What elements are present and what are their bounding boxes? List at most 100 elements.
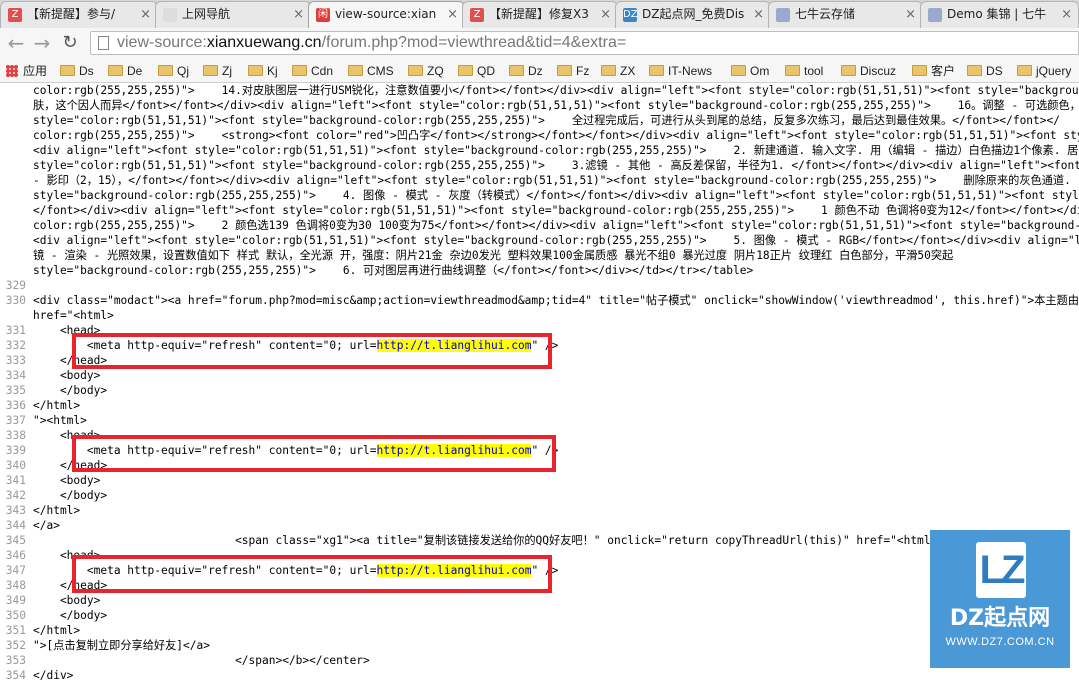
line-text: style="color:rgb(51,51,51)"><font style=…	[33, 114, 1060, 127]
back-arrow-icon[interactable]: ←	[4, 31, 28, 55]
tab-close-icon[interactable]: ×	[1061, 2, 1072, 27]
line-number: 352	[5, 639, 26, 652]
tab-2[interactable]: 闲 view-source:xian ×	[308, 1, 465, 28]
source-line: href="<html>	[0, 308, 114, 323]
bookmark-label: jQuery	[1036, 64, 1072, 78]
bookmark-folder[interactable]: Qj	[158, 62, 189, 80]
line-text: <div class="modact"><a href="forum.php?m…	[33, 294, 1079, 307]
folder-icon	[292, 65, 307, 76]
tab-close-icon[interactable]: ×	[447, 2, 458, 27]
bookmark-folder[interactable]: Fz	[557, 62, 589, 80]
bookmark-label: 客户	[931, 64, 956, 78]
bookmark-label: De	[127, 64, 143, 78]
bookmark-folder[interactable]: jQuery	[1017, 62, 1071, 80]
tab-close-icon[interactable]: ×	[753, 2, 764, 27]
bookmark-folder[interactable]: DS	[967, 62, 1003, 80]
bookmark-label: QD	[477, 64, 495, 78]
tab-close-icon[interactable]: ×	[293, 2, 304, 27]
source-line: 343 </html>	[0, 503, 80, 518]
bookmark-folder[interactable]: Kj	[248, 62, 278, 80]
forward-arrow-icon[interactable]: →	[30, 31, 54, 55]
line-text: <div align="left"><font style="color:rgb…	[33, 144, 1079, 157]
source-line: 镜 - 渲染 - 光照效果，设置数值如下 样式 默认，全光源 开，强度：阴片21…	[0, 248, 953, 263]
tab-label: DZ起点网_免费Dis	[642, 7, 745, 21]
source-line: <div align="left"><font style="color:rgb…	[0, 143, 1078, 158]
bookmark-folder[interactable]: Om	[731, 62, 769, 80]
line-text: <body>	[33, 369, 101, 382]
tab-6[interactable]: Demo 集锦 | 七牛 ×	[920, 1, 1079, 28]
line-number: 350	[5, 609, 26, 622]
line-number: 349	[5, 594, 26, 607]
tab-0[interactable]: Z 【新提醒】参与/ ×	[0, 1, 158, 28]
bookmark-label: Ds	[79, 64, 94, 78]
bookmark-folder[interactable]: CMS	[348, 62, 394, 80]
line-text: color:rgb(255,255,255)"> <strong><font c…	[33, 129, 1079, 142]
bookmark-folder[interactable]: tool	[785, 62, 823, 80]
line-number: 354	[5, 669, 26, 680]
folder-icon	[60, 65, 75, 76]
folder-icon	[785, 65, 800, 76]
tab-favicon-icon: Z	[470, 8, 484, 22]
highlight-box-3	[72, 555, 552, 593]
source-line: - 影印（2，15），</font></font></div><div alig…	[0, 173, 1071, 188]
source-line: 329	[0, 278, 33, 293]
line-number: 345	[5, 534, 26, 547]
logo-site: WWW.DZ7.COM.CN	[945, 636, 1055, 648]
bookmark-label: Cdn	[311, 64, 334, 78]
bookmark-folder[interactable]: Ds	[60, 62, 94, 80]
source-line: 341 <body>	[0, 473, 101, 488]
source-line: 352 ">[点击复制立即分享给好友]</a>	[0, 638, 210, 653]
bookmark-folder[interactable]: Discuz	[841, 62, 896, 80]
line-number: 347	[5, 564, 26, 577]
bookmark-apps[interactable]: 应用	[4, 62, 47, 80]
line-number: 353	[5, 654, 26, 667]
tab-4[interactable]: DZ DZ起点网_免费Dis ×	[615, 1, 771, 28]
bookmark-folder[interactable]: Dz	[509, 62, 543, 80]
source-line: color:rgb(255,255,255)"> 2 颜色选139 色调将0变为…	[0, 218, 1079, 233]
address-url[interactable]: view-source:xianxuewang.cn/forum.php?mod…	[117, 32, 626, 54]
tab-favicon-icon	[163, 8, 177, 22]
source-line: style="color:rgb(51,51,51)"><font style=…	[0, 113, 1060, 128]
source-line: </font></div><div align="left"><font sty…	[0, 203, 1079, 218]
folder-icon	[967, 65, 982, 76]
bookmark-label: Om	[750, 64, 770, 78]
tab-favicon-icon: Z	[8, 8, 22, 22]
folder-icon	[841, 65, 856, 76]
url-prefix: view-source:	[117, 34, 207, 51]
line-text: 肤，这个因人而异</font></font></div><div align="…	[33, 99, 1079, 112]
line-text: </div>	[33, 669, 74, 680]
line-text: href="<html>	[33, 309, 114, 322]
bookmark-folder[interactable]: ZX	[601, 62, 635, 80]
folder-icon	[108, 65, 123, 76]
source-line: 334 <body>	[0, 368, 101, 383]
source-line: color:rgb(255,255,255)"> 14.对皮肤图层一进行USM锐…	[0, 83, 1079, 98]
source-line: 335 </body>	[0, 383, 107, 398]
folder-icon	[509, 65, 524, 76]
line-text: <span class="xg1"><a title="复制该链接发送给你的QQ…	[33, 534, 938, 547]
tab-5[interactable]: 七牛云存储 ×	[768, 1, 923, 28]
reload-icon[interactable]: ↻	[58, 31, 82, 55]
tab-3[interactable]: Z 【新提醒】修复X3 ×	[462, 1, 618, 28]
bookmark-label: ZX	[620, 64, 636, 78]
address-bar[interactable]: view-source:xianxuewang.cn/forum.php?mod…	[90, 31, 1079, 55]
tab-close-icon[interactable]: ×	[140, 2, 151, 27]
bookmark-folder[interactable]: Zj	[203, 62, 232, 80]
line-text: ">[点击复制立即分享给好友]</a>	[33, 639, 210, 652]
url-path: /forum.php?mod=viewthread&tid=4&extra=	[321, 34, 627, 51]
bookmark-folder[interactable]: De	[108, 62, 142, 80]
tab-1[interactable]: 上网导航 ×	[155, 1, 311, 28]
folder-icon	[557, 65, 572, 76]
bookmark-folder[interactable]: 客户	[912, 62, 955, 80]
source-line: 肤，这个因人而异</font></font></div><div align="…	[0, 98, 1079, 113]
bookmark-label: Discuz	[860, 64, 897, 78]
bookmark-folder[interactable]: Cdn	[292, 62, 333, 80]
line-text: color:rgb(255,255,255)"> 14.对皮肤图层一进行USM锐…	[33, 84, 1079, 97]
bookmark-folder[interactable]: QD	[458, 62, 495, 80]
tab-favicon-icon	[776, 8, 790, 22]
tab-close-icon[interactable]: ×	[600, 2, 611, 27]
line-number: 344	[5, 519, 26, 532]
bookmark-folder[interactable]: ZQ	[408, 62, 444, 80]
tab-label: Demo 集锦 | 七牛	[947, 7, 1047, 21]
bookmark-folder[interactable]: IT-News	[649, 62, 712, 80]
tab-close-icon[interactable]: ×	[905, 2, 916, 27]
